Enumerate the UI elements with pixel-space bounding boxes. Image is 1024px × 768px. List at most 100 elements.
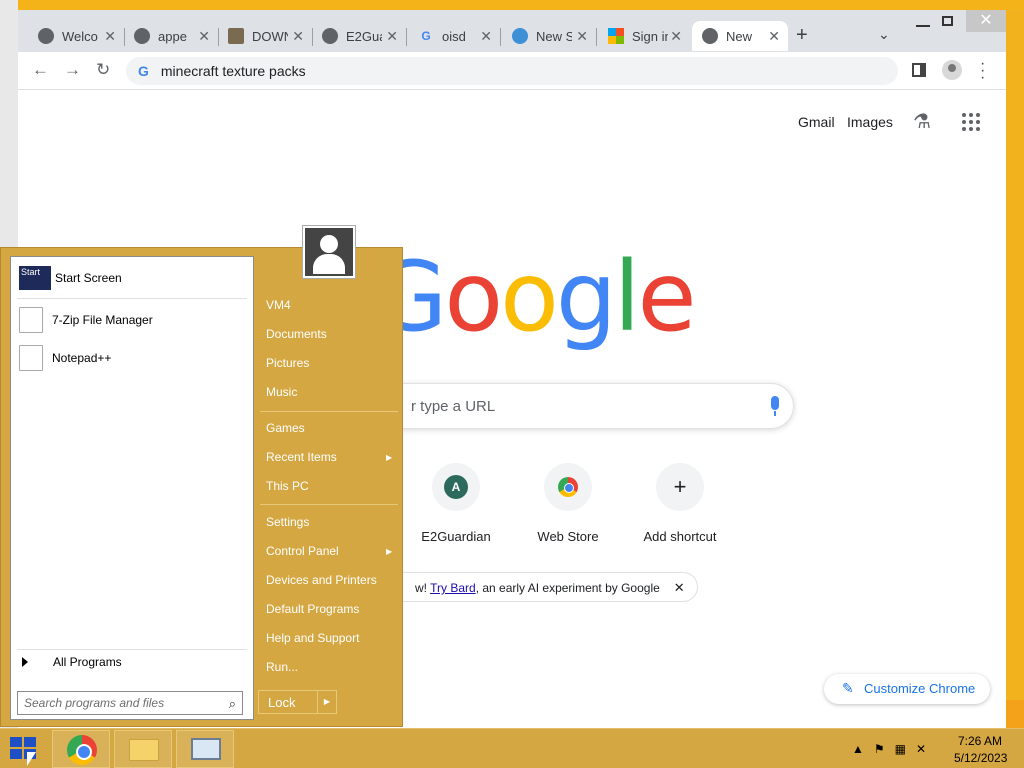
shortcut-label: E2Guardian bbox=[421, 529, 491, 544]
start-right-pictures[interactable]: Pictures bbox=[266, 356, 309, 376]
try-bard-link[interactable]: Try Bard bbox=[430, 581, 476, 595]
close-icon[interactable]: ✕ bbox=[480, 28, 492, 45]
reload-icon[interactable]: ↻ bbox=[96, 60, 110, 80]
tab-title: appe bbox=[158, 28, 187, 44]
search-icon[interactable]: ⌕ bbox=[229, 696, 236, 712]
file-icon bbox=[19, 307, 43, 333]
tab-title: Sign in bbox=[632, 28, 668, 44]
chevron-up-icon[interactable]: ▲ bbox=[852, 742, 864, 756]
start-menu-item-7zip[interactable]: 7-Zip File Manager bbox=[19, 305, 153, 335]
tab-title: New S bbox=[536, 28, 572, 44]
apps-grid-icon[interactable] bbox=[962, 113, 980, 131]
gmail-link[interactable]: Gmail bbox=[798, 114, 835, 130]
system-tray: ▲ ⚑ ▦ ✕ bbox=[852, 742, 926, 756]
tab-oisd[interactable]: G oisd ✕ bbox=[408, 21, 500, 51]
google-icon: G bbox=[421, 29, 431, 43]
tab-new-s[interactable]: New S ✕ bbox=[502, 21, 596, 51]
start-right-games[interactable]: Games bbox=[266, 421, 305, 441]
start-right-run[interactable]: Run... bbox=[266, 660, 298, 680]
google-logo: Google bbox=[373, 241, 697, 353]
search-programs-input[interactable]: Search programs and files ⌕ bbox=[17, 691, 243, 715]
new-tab-plus-icon[interactable]: + bbox=[796, 24, 808, 47]
chevron-down-icon[interactable]: ⌄ bbox=[878, 26, 890, 43]
start-right-music[interactable]: Music bbox=[266, 385, 297, 405]
start-right-recent-items[interactable]: Recent Items bbox=[266, 450, 337, 470]
maximize-icon[interactable] bbox=[942, 16, 953, 26]
start-right-settings[interactable]: Settings bbox=[266, 515, 309, 535]
customize-chrome-button[interactable]: ✎ Customize Chrome bbox=[824, 674, 990, 704]
chrome-icon bbox=[702, 28, 718, 44]
omnibox-text[interactable]: minecraft texture packs bbox=[161, 63, 306, 79]
close-icon[interactable]: ✕ bbox=[768, 28, 780, 45]
back-arrow-icon[interactable]: ← bbox=[32, 60, 49, 80]
start-menu-item-start-screen[interactable]: Start Start Screen bbox=[19, 263, 122, 293]
shortcut-e2guardian[interactable]: A E2Guardian bbox=[400, 463, 512, 544]
clock-time[interactable]: 7:26 AM bbox=[958, 734, 1002, 748]
flag-icon[interactable]: ⚑ bbox=[874, 742, 885, 756]
google-icon: G bbox=[138, 63, 149, 79]
start-menu: Start Start Screen 7-Zip File Manager No… bbox=[0, 225, 403, 727]
menu-kebab-icon[interactable]: · · · bbox=[980, 56, 986, 86]
monitor-icon bbox=[191, 738, 221, 760]
network-icon[interactable]: ▦ bbox=[895, 742, 906, 756]
chrome-icon bbox=[67, 735, 97, 765]
side-panel-icon[interactable] bbox=[912, 63, 926, 77]
shortcut-add[interactable]: + Add shortcut bbox=[624, 463, 736, 544]
start-menu-programs-pane: Start Start Screen 7-Zip File Manager No… bbox=[10, 256, 254, 720]
minimize-icon[interactable] bbox=[916, 25, 930, 27]
tab-separator bbox=[596, 28, 597, 46]
tab-e2guardian[interactable]: E2Guardian ✕ bbox=[312, 21, 406, 51]
start-right-control-panel[interactable]: Control Panel bbox=[266, 544, 339, 564]
shortcut-label: Web Store bbox=[537, 529, 599, 544]
divider bbox=[17, 298, 247, 299]
labs-flask-icon[interactable]: ⚗ bbox=[913, 109, 931, 134]
close-window-icon[interactable]: ✕ bbox=[966, 10, 1006, 32]
clock-date[interactable]: 5/12/2023 bbox=[954, 751, 1007, 765]
images-link[interactable]: Images bbox=[847, 114, 893, 130]
tab-appe[interactable]: appe ✕ bbox=[124, 21, 218, 51]
start-menu-item-notepadpp[interactable]: Notepad++ bbox=[19, 343, 111, 373]
close-icon[interactable]: ✕ bbox=[104, 28, 116, 45]
tab-sign-in[interactable]: Sign in ✕ bbox=[598, 21, 690, 51]
taskbar-file-explorer[interactable] bbox=[114, 730, 172, 768]
all-programs-button[interactable]: All Programs bbox=[19, 655, 122, 669]
close-icon[interactable]: ✕ bbox=[576, 28, 588, 45]
volume-muted-icon[interactable]: ✕ bbox=[916, 742, 926, 756]
close-icon[interactable]: ✕ bbox=[198, 28, 210, 45]
tab-separator bbox=[406, 28, 407, 46]
start-right-default-programs[interactable]: Default Programs bbox=[266, 602, 359, 622]
user-avatar[interactable] bbox=[302, 225, 356, 279]
start-right-vm4[interactable]: VM4 bbox=[266, 298, 291, 318]
taskbar-monitor-app[interactable] bbox=[176, 730, 234, 768]
plus-icon: + bbox=[673, 474, 687, 499]
close-icon[interactable]: ✕ bbox=[674, 580, 685, 595]
site-icon bbox=[512, 28, 528, 44]
tab-download[interactable]: DOWNLOAD ✕ bbox=[218, 21, 312, 51]
tab-new-tab[interactable]: New ✕ bbox=[692, 21, 788, 51]
desktop-background bbox=[0, 0, 1024, 10]
submenu-arrow-icon: ▶ bbox=[386, 453, 393, 462]
close-icon[interactable]: ✕ bbox=[292, 28, 304, 45]
divider bbox=[260, 411, 398, 412]
tab-title: DOWNLOAD bbox=[252, 28, 288, 44]
start-right-documents[interactable]: Documents bbox=[266, 327, 327, 347]
profile-icon[interactable] bbox=[942, 60, 962, 80]
shortcut-web-store[interactable]: Web Store bbox=[512, 463, 624, 544]
microphone-icon[interactable] bbox=[771, 396, 779, 416]
tab-welcome[interactable]: Welcome ✕ bbox=[28, 21, 124, 51]
close-icon[interactable]: ✕ bbox=[386, 28, 398, 45]
taskbar-chrome[interactable] bbox=[52, 730, 110, 768]
start-right-devices-printers[interactable]: Devices and Printers bbox=[266, 573, 377, 593]
lock-button[interactable]: Lock bbox=[258, 690, 318, 714]
start-screen-icon: Start bbox=[19, 266, 51, 290]
chrome-web-store-icon bbox=[558, 477, 578, 497]
shortcut-label: Add shortcut bbox=[643, 529, 717, 544]
power-options-arrow-icon[interactable]: ▶ bbox=[317, 690, 337, 714]
forward-arrow-icon[interactable]: → bbox=[64, 60, 81, 80]
close-icon[interactable]: ✕ bbox=[670, 28, 682, 45]
omnibox[interactable]: G minecraft texture packs bbox=[126, 57, 898, 85]
taskbar: ▲ ⚑ ▦ ✕ 7:26 AM 5/12/2023 bbox=[0, 728, 1024, 768]
start-right-this-pc[interactable]: This PC bbox=[266, 479, 309, 499]
mouse-cursor-icon bbox=[27, 752, 36, 766]
start-right-help-support[interactable]: Help and Support bbox=[266, 631, 359, 651]
